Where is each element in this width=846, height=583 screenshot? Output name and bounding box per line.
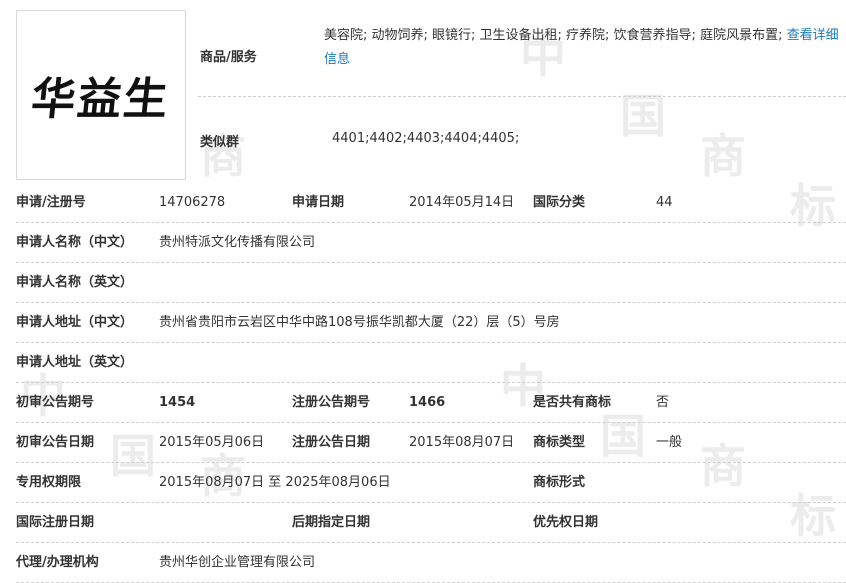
prelim-issue-label: 初审公告期号 [16,395,95,410]
reg-date-value: 2015年08月07日 [409,435,515,450]
later-designation-label: 后期指定日期 [292,515,371,530]
exclusive-term-value: 2015年08月07日 至 2025年08月06日 [159,475,391,490]
intl-class-value: 44 [656,195,673,210]
trademark-form-label: 商标形式 [533,475,586,490]
apply-date-value: 2014年05月14日 [409,195,515,210]
prelim-date-label: 初审公告日期 [16,435,95,450]
agent-label: 代理/办理机构 [16,555,99,570]
reg-issue-value: 1466 [409,395,446,410]
publication-issue-row: 初审公告期号 1454 注册公告期号 1466 是否共有商标 否 [16,383,846,423]
similar-group-label: 类似群 [200,135,240,150]
logo-text: 华益生 [28,74,173,125]
similar-group-value: 4401;4402;4403;4404;4405; [332,131,520,146]
apply-date-label: 申请日期 [292,195,345,210]
reg-no-label: 申请/注册号 [16,195,86,210]
agent-row: 代理/办理机构 贵州华创企业管理有限公司 [16,543,846,583]
reg-issue-label: 注册公告期号 [292,395,371,410]
agent-value: 贵州华创企业管理有限公司 [159,555,316,570]
shared-trademark-label: 是否共有商标 [533,395,612,410]
applicant-name-en-label: 申请人名称（英文） [16,275,134,290]
applicant-name-en-row: 申请人名称（英文） [16,263,846,303]
applicant-name-cn-value: 贵州特派文化传播有限公司 [159,235,316,250]
applicant-name-cn-label: 申请人名称（中文） [16,235,134,250]
goods-label: 商品/服务 [200,50,257,65]
applicant-address-cn-label: 申请人地址（中文） [16,315,134,330]
exclusive-term-row: 专用权期限 2015年08月07日 至 2025年08月06日 商标形式 [16,463,846,503]
reg-no-value: 14706278 [159,195,226,210]
exclusive-term-label: 专用权期限 [16,475,82,490]
priority-date-label: 优先权日期 [533,515,599,530]
applicant-address-en-row: 申请人地址（英文） [16,343,846,383]
applicant-address-cn-row: 申请人地址（中文） 贵州省贵阳市云岩区中华中路108号振华凯都大厦（22）层（5… [16,303,846,343]
applicant-address-cn-value: 贵州省贵阳市云岩区中华中路108号振华凯都大厦（22）层（5）号房 [159,315,560,330]
goods-text: 美容院; 动物饲养; 眼镜行; 卫生设备出租; 疗养院; 饮食营养指导; 庭院风… [324,28,783,43]
shared-trademark-value: 否 [656,395,670,410]
intl-registration-row: 国际注册日期 后期指定日期 优先权日期 [16,503,846,543]
intl-class-label: 国际分类 [533,195,586,210]
trademark-logo: 华益生 [16,10,186,180]
reg-date-label: 注册公告日期 [292,435,371,450]
registration-row: 申请/注册号 14706278 申请日期 2014年05月14日 国际分类 44 [16,183,846,223]
applicant-address-en-label: 申请人地址（英文） [16,355,134,370]
applicant-name-cn-row: 申请人名称（中文） 贵州特派文化传播有限公司 [16,223,846,263]
trademark-detail: 华益生 商品/服务 美容院; 动物饲养; 眼镜行; 卫生设备出租; 疗养院; 饮… [0,0,846,583]
prelim-issue-value: 1454 [159,395,196,410]
goods-value: 美容院; 动物饲养; 眼镜行; 卫生设备出租; 疗养院; 饮食营养指导; 庭院风… [324,24,844,72]
publication-date-row: 初审公告日期 2015年05月06日 注册公告日期 2015年08月07日 商标… [16,423,846,463]
prelim-date-value: 2015年05月06日 [159,435,265,450]
intl-reg-date-label: 国际注册日期 [16,515,95,530]
trademark-type-value: 一般 [656,435,683,450]
trademark-type-label: 商标类型 [533,435,586,450]
